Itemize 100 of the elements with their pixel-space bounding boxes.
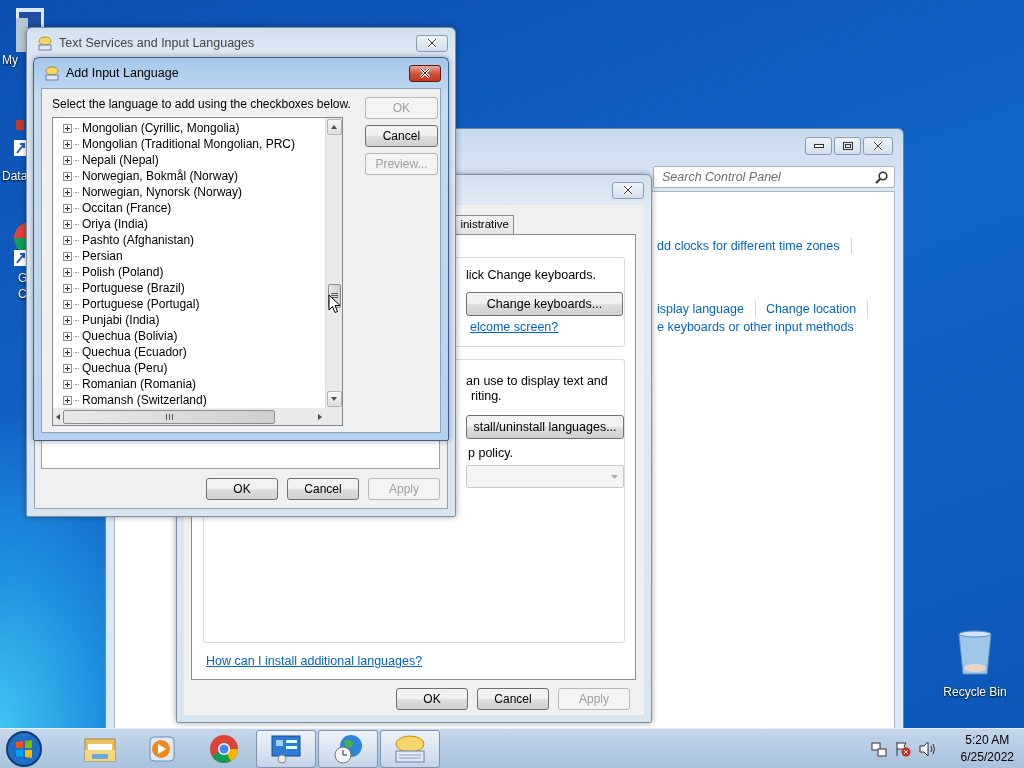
grip-icon bbox=[330, 293, 338, 299]
maximize-icon bbox=[842, 142, 853, 150]
desktop-icon-label[interactable]: C bbox=[0, 286, 27, 302]
expand-icon[interactable] bbox=[63, 139, 72, 149]
dialog-button[interactable]: Cancel bbox=[364, 125, 438, 147]
scroll-left-icon bbox=[55, 413, 61, 420]
language-item[interactable]: Mongolian (Cyrillic, Mongolia) bbox=[82, 121, 240, 135]
control-panel-icon bbox=[270, 733, 302, 764]
clock[interactable]: 5:20 AM 6/25/2022 bbox=[960, 731, 1014, 766]
language-item[interactable]: Portuguese (Portugal) bbox=[82, 297, 200, 311]
language-item[interactable]: Quechua (Bolivia) bbox=[82, 329, 178, 343]
globe-clock-icon bbox=[332, 732, 364, 765]
language-item[interactable]: Occitan (France) bbox=[82, 201, 172, 215]
change-keyboards-button[interactable]: Change keyboards... bbox=[466, 292, 623, 316]
desktop-icon-label[interactable]: My bbox=[0, 52, 18, 68]
expand-icon[interactable] bbox=[63, 299, 72, 309]
grip-icon bbox=[165, 413, 173, 420]
browser-icon bbox=[209, 733, 239, 764]
language-item[interactable]: Mongolian (Traditional Mongolian, PRC) bbox=[82, 137, 295, 151]
expand-icon[interactable] bbox=[63, 171, 72, 181]
dialog-button[interactable]: Cancel bbox=[477, 688, 549, 710]
language-item[interactable]: Punjabi (India) bbox=[82, 313, 160, 327]
scroll-down-button[interactable] bbox=[326, 391, 342, 407]
expand-icon[interactable] bbox=[63, 347, 72, 357]
expand-icon[interactable] bbox=[63, 363, 72, 373]
close-button[interactable] bbox=[863, 137, 893, 155]
recycle-bin-icon[interactable] bbox=[955, 630, 995, 676]
dropdown-arrow-icon bbox=[611, 474, 618, 479]
expand-icon[interactable] bbox=[63, 379, 72, 389]
taskbar-button[interactable] bbox=[256, 729, 316, 768]
settings-link[interactable]: dd clocks for different time zones bbox=[657, 239, 840, 253]
scroll-up-button[interactable] bbox=[326, 119, 342, 135]
speaker-icon[interactable] bbox=[918, 740, 937, 757]
clock-time: 5:20 AM bbox=[965, 731, 1010, 749]
language-item[interactable]: Norwegian, Bokmål (Norway) bbox=[82, 169, 239, 183]
install-languages-button[interactable]: stall/uninstall languages... bbox=[466, 415, 624, 439]
close-icon bbox=[872, 141, 884, 151]
expand-icon[interactable] bbox=[63, 219, 72, 229]
language-item[interactable]: Quechua (Ecuador) bbox=[82, 345, 187, 359]
taskbar-button[interactable] bbox=[318, 729, 378, 768]
help-link[interactable]: How can I install additional languages? bbox=[206, 654, 423, 668]
language-item[interactable]: Norwegian, Nynorsk (Norway) bbox=[82, 185, 243, 199]
display-description: an use to display text and bbox=[466, 374, 609, 389]
settings-link[interactable]: e keyboards or other input methods bbox=[657, 320, 854, 334]
expand-icon[interactable] bbox=[63, 315, 72, 325]
welcome-screen-link[interactable]: elcome screen? bbox=[470, 320, 624, 334]
horizontal-scrollbar[interactable] bbox=[53, 408, 325, 425]
media-player-icon bbox=[148, 734, 176, 763]
language-item[interactable]: Portuguese (Brazil) bbox=[82, 281, 185, 295]
expand-icon[interactable] bbox=[63, 251, 72, 261]
expand-icon[interactable] bbox=[63, 331, 72, 341]
dialog-button[interactable]: Cancel bbox=[287, 478, 359, 500]
language-item[interactable]: Oriya (India) bbox=[82, 217, 149, 231]
scroll-right-icon bbox=[317, 413, 323, 420]
window-title: Text Services and Input Languages bbox=[59, 36, 256, 50]
scroll-up-icon bbox=[331, 124, 337, 130]
expand-icon[interactable] bbox=[63, 155, 72, 165]
settings-link[interactable]: isplay language bbox=[657, 302, 744, 316]
settings-link[interactable]: Change location bbox=[765, 302, 857, 316]
network-icon[interactable] bbox=[870, 740, 887, 757]
language-item[interactable]: Persian bbox=[82, 249, 123, 263]
language-item[interactable]: Nepali (Nepal) bbox=[82, 153, 159, 167]
desktop-icon-label[interactable]: Recycle Bin bbox=[943, 684, 1007, 700]
language-item[interactable]: Quechua (Peru) bbox=[82, 361, 168, 375]
keyboard-speech-icon bbox=[44, 65, 60, 81]
close-icon bbox=[426, 38, 438, 48]
expand-icon[interactable] bbox=[63, 283, 72, 293]
close-button[interactable] bbox=[409, 64, 441, 82]
desktop-icon-label[interactable]: Data bbox=[0, 168, 28, 184]
language-item[interactable]: Romansh (Switzerland) bbox=[82, 393, 207, 407]
dialog-button[interactable]: OK bbox=[396, 688, 468, 710]
dialog-button[interactable]: OK bbox=[206, 478, 278, 500]
language-item[interactable]: Pashto (Afghanistan) bbox=[82, 233, 195, 247]
expand-icon[interactable] bbox=[63, 123, 72, 133]
expand-icon[interactable] bbox=[63, 395, 72, 405]
display-description: riting. bbox=[470, 389, 503, 404]
start-button[interactable] bbox=[4, 728, 44, 768]
minimize-button[interactable] bbox=[805, 137, 832, 155]
close-button[interactable] bbox=[612, 181, 644, 199]
keyboard-instruction: lick Change keyboards. bbox=[466, 268, 597, 282]
instruction-text: Select the language to add using the checkboxes below. bbox=[52, 97, 351, 111]
keyboard-speech-icon bbox=[37, 35, 53, 51]
language-item[interactable]: Polish (Poland) bbox=[82, 265, 164, 279]
clock-date: 6/25/2022 bbox=[960, 748, 1014, 766]
desktop-icon-label[interactable]: G bbox=[0, 270, 28, 286]
policy-text: p policy. bbox=[467, 446, 514, 460]
flag-error-icon[interactable] bbox=[894, 740, 911, 757]
taskbar-button[interactable] bbox=[380, 729, 440, 768]
tab[interactable]: inistrative bbox=[455, 215, 514, 234]
expand-icon[interactable] bbox=[63, 187, 72, 197]
scrollbar-thumb[interactable] bbox=[63, 409, 275, 424]
search-field[interactable]: Search Control Panel bbox=[653, 166, 895, 188]
language-item[interactable]: Romanian (Romania) bbox=[82, 377, 197, 391]
close-button[interactable] bbox=[416, 34, 448, 52]
expand-icon[interactable] bbox=[63, 235, 72, 245]
expand-icon[interactable] bbox=[63, 267, 72, 277]
maximize-button[interactable] bbox=[834, 137, 861, 155]
vertical-scrollbar[interactable] bbox=[325, 118, 342, 408]
minimize-icon bbox=[813, 144, 824, 148]
expand-icon[interactable] bbox=[63, 203, 72, 213]
